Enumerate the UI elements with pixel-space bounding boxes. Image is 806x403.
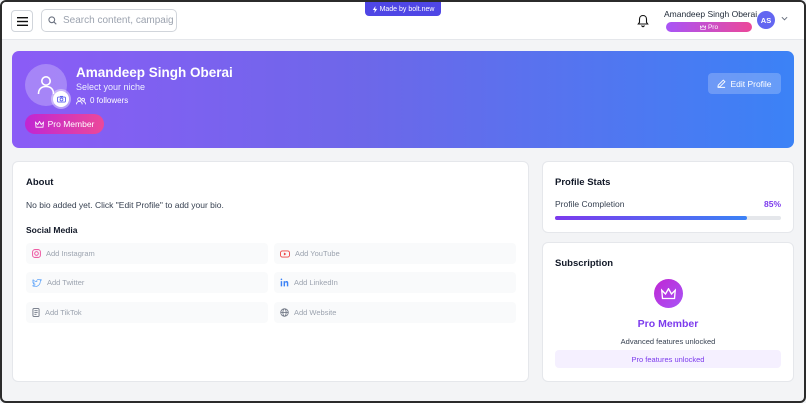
plan-badge: Pro [666,22,752,32]
followers-label: 0 followers [90,96,129,105]
bolt-badge-label: Made by bolt.new [379,5,435,13]
crown-icon [661,287,676,299]
subscription-title: Subscription [555,258,614,269]
subscription-plan-name: Pro Member [637,318,699,330]
add-website-button[interactable]: Add Website [274,302,516,323]
globe-icon [280,308,289,317]
about-card: About No bio added yet. Click "Edit Prof… [12,161,529,382]
user-name: Amandeep Singh Oberai [664,9,758,19]
social-label: Add YouTube [295,249,340,258]
linkedin-icon [280,278,289,287]
bolt-icon [372,5,377,13]
hamburger-icon [16,16,28,26]
social-label: Add Instagram [46,249,95,258]
followers-count: 0 followers [76,96,128,105]
menu-button[interactable] [11,10,33,32]
top-bar: Made by bolt.new Amandeep Singh Oberai P… [2,2,804,40]
subscription-card: Subscription Pro Member Advanced feature… [542,242,794,382]
pencil-icon [717,79,726,88]
add-instagram-button[interactable]: Add Instagram [26,243,268,264]
profile-stats-title: Profile Stats [555,177,611,188]
instagram-icon [32,249,41,258]
change-photo-button[interactable] [53,91,69,107]
edit-profile-label: Edit Profile [730,78,772,89]
profile-name: Amandeep Singh Oberai [76,65,233,80]
app-window: Made by bolt.new Amandeep Singh Oberai P… [0,0,806,403]
camera-icon [56,95,66,103]
profile-niche[interactable]: Select your niche [76,82,145,92]
twitter-icon [32,278,42,287]
user-menu[interactable]: Amandeep Singh Oberai Pro [664,9,758,32]
add-twitter-button[interactable]: Add Twitter [26,272,268,293]
social-label: Add Website [294,308,337,317]
chevron-down-icon[interactable] [781,16,788,21]
completion-progress-bar [555,216,781,220]
completion-label: Profile Completion [555,199,625,209]
tiktok-icon [32,308,40,317]
crown-icon [699,24,706,30]
bio-text: No bio added yet. Click "Edit Profile" t… [26,200,224,210]
completion-progress-fill [555,216,748,220]
avatar[interactable]: AS [757,11,775,29]
completion-value: 85% [763,199,781,209]
search-input[interactable] [63,15,173,26]
pro-features-banner: Pro features unlocked [555,350,781,368]
plan-badge-label: Pro [707,23,719,31]
subscription-description: Advanced features unlocked [620,337,716,346]
social-label: Add Twitter [47,278,85,287]
crown-badge [654,279,683,308]
pro-member-label: Pro Member [47,119,95,129]
profile-stats-card: Profile Stats Profile Completion 85% [542,161,794,233]
crown-icon [34,120,44,128]
pro-member-badge[interactable]: Pro Member [25,114,104,134]
bolt-badge[interactable]: Made by bolt.new [365,2,441,16]
bell-icon[interactable] [636,14,650,28]
users-icon [76,96,86,104]
add-youtube-button[interactable]: Add YouTube [274,243,516,264]
add-linkedin-button[interactable]: Add LinkedIn [274,272,516,293]
edit-profile-button[interactable]: Edit Profile [708,73,781,94]
social-label: Add LinkedIn [294,278,338,287]
youtube-icon [280,249,290,258]
user-icon [37,76,55,95]
social-media-title: Social Media [26,225,78,235]
search-box[interactable] [41,9,177,32]
search-icon [48,16,57,25]
profile-banner: Amandeep Singh Oberai Select your niche … [12,51,794,148]
add-tiktok-button[interactable]: Add TikTok [26,302,268,323]
social-label: Add TikTok [45,308,82,317]
about-title: About [26,177,54,188]
